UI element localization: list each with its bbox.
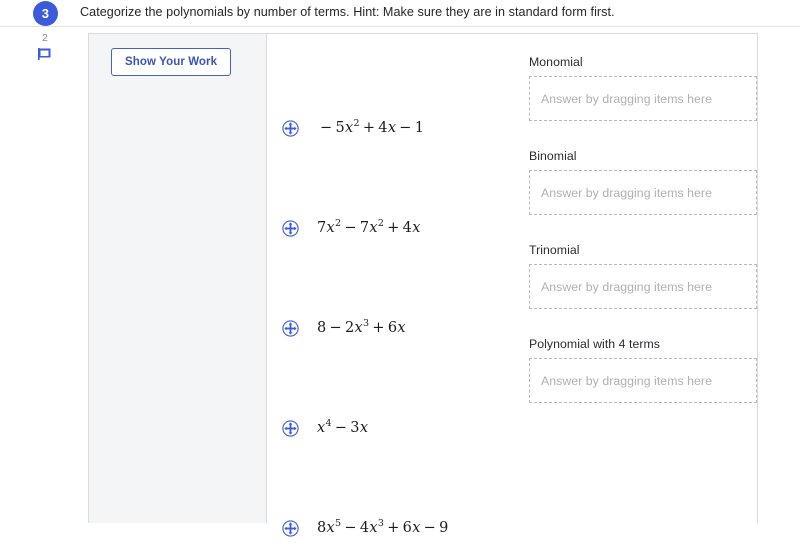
drag-move-icon[interactable] [282, 519, 299, 537]
question-gutter: 2 [0, 28, 88, 523]
draggable-items-pane: −5x2 +4x −1 7x2−7x2 +4x 8 − 2x3 + 6x x4 … [267, 34, 517, 537]
drop-targets-pane: Monomial Answer by dragging items here B… [517, 34, 757, 523]
drop-target-label: Monomial [529, 55, 583, 69]
question-title: Categorize the polynomials by number of … [80, 5, 615, 19]
drop-target-group: Monomial Answer by dragging items here [529, 55, 757, 121]
question-number-badge: 3 [33, 1, 58, 26]
drag-move-icon[interactable] [282, 219, 299, 237]
show-your-work-pane: Show Your Work [89, 34, 267, 523]
drop-target-label: Binomial [529, 149, 577, 163]
drag-item[interactable]: 7x2−7x2 +4x [267, 213, 421, 243]
polynomial-expression: x4−3x [317, 418, 369, 436]
drop-target-group: Trinomial Answer by dragging items here [529, 243, 757, 309]
drag-item[interactable]: 8−2x3 +6x [267, 313, 406, 343]
drop-target-label: Trinomial [529, 243, 580, 257]
drop-zone-monomial[interactable]: Answer by dragging items here [529, 76, 757, 121]
points-value: 2 [42, 32, 48, 44]
polynomial-expression: 8x5−4x3 +6x −9 [317, 518, 449, 536]
show-your-work-button[interactable]: Show Your Work [111, 48, 232, 76]
polynomial-expression: 7x2−7x2 +4x [317, 218, 421, 236]
activity-card: Show Your Work −5x2 +4x −1 7x2 − 7x2 + 4… [88, 33, 758, 537]
drop-target-group: Polynomial with 4 terms Answer by draggi… [529, 337, 757, 403]
question-header: 3 Categorize the polynomials by number o… [0, 0, 800, 27]
polynomial-expression: −5x2 +4x −1 [320, 118, 425, 136]
drag-item[interactable]: −5x2 +4x −1 [267, 113, 424, 143]
drag-item[interactable]: 8x5−4x3 +6x −9 [267, 513, 449, 543]
drop-target-group: Binomial Answer by dragging items here [529, 149, 757, 215]
drag-move-icon[interactable] [282, 319, 299, 337]
drop-target-label: Polynomial with 4 terms [529, 337, 660, 351]
drop-zone-placeholder: Answer by dragging items here [541, 185, 712, 200]
drag-item[interactable]: x4−3x [267, 413, 368, 443]
drop-zone-placeholder: Answer by dragging items here [541, 279, 712, 294]
comment-flag-icon[interactable] [38, 47, 51, 60]
drop-zone-placeholder: Answer by dragging items here [541, 91, 712, 106]
drag-move-icon[interactable] [282, 119, 299, 137]
drop-zone-polynomial-4-terms[interactable]: Answer by dragging items here [529, 358, 757, 403]
drop-zone-trinomial[interactable]: Answer by dragging items here [529, 264, 757, 309]
drop-zone-placeholder: Answer by dragging items here [541, 373, 712, 388]
drag-move-icon[interactable] [282, 419, 299, 437]
drop-zone-binomial[interactable]: Answer by dragging items here [529, 170, 757, 215]
polynomial-expression: 8−2x3 +6x [317, 318, 406, 336]
